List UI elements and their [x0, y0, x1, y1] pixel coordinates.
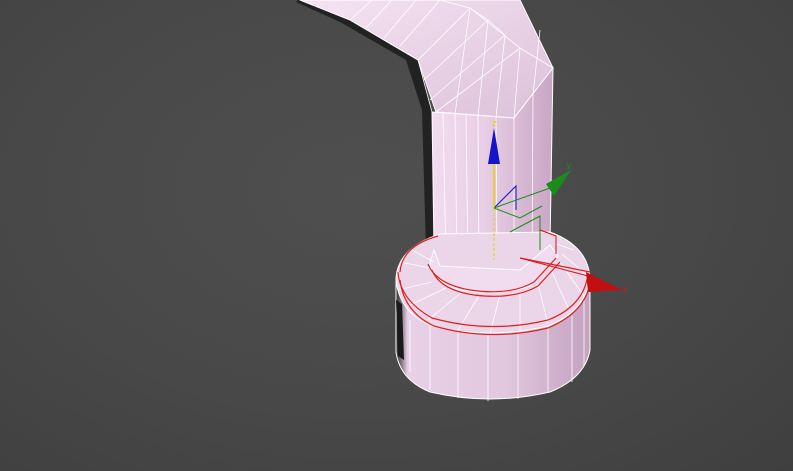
mesh-object[interactable] — [296, 0, 591, 401]
3d-viewport[interactable]: z y x — [0, 0, 793, 471]
x-axis-label: x — [622, 285, 628, 295]
x-arrow-head[interactable] — [586, 272, 622, 292]
y-axis-label: y — [566, 161, 572, 171]
scene-canvas[interactable]: z y x — [0, 0, 793, 471]
z-axis-label: z — [492, 119, 497, 129]
